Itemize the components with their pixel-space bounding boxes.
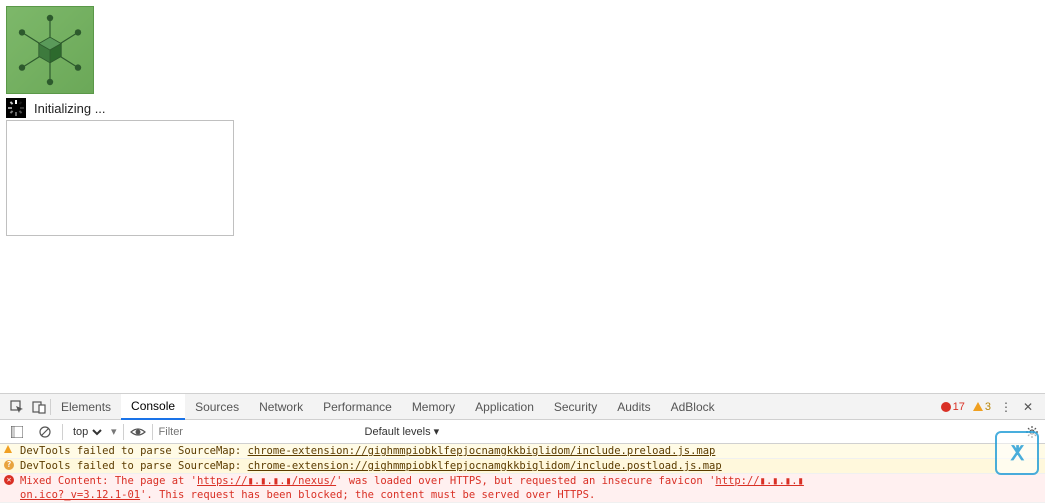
error-circle-icon: ✕ [4, 474, 18, 502]
page-content: Initializing ... [0, 0, 1045, 242]
sourcemap-link[interactable]: chrome-extension://gighmmpiobklfepjocnam… [248, 460, 722, 472]
console-settings-icon[interactable] [1025, 425, 1039, 439]
nexus-logo [6, 6, 94, 94]
tab-audits[interactable]: Audits [607, 394, 660, 420]
loading-spinner-icon [6, 98, 26, 118]
warning-count: 3 [985, 401, 991, 413]
content-placeholder-box [6, 120, 234, 236]
tab-console[interactable]: Console [121, 394, 185, 420]
filter-input[interactable] [159, 426, 359, 438]
tab-adblock[interactable]: AdBlock [661, 394, 725, 420]
devtools-tabbar: Elements Console Sources Network Perform… [0, 394, 1045, 420]
separator [152, 424, 153, 440]
tab-security[interactable]: Security [544, 394, 607, 420]
tab-elements[interactable]: Elements [51, 394, 121, 420]
init-text: Initializing ... [34, 101, 106, 116]
tab-network[interactable]: Network [249, 394, 313, 420]
sourcemap-link[interactable]: chrome-extension://gighmmpiobklfepjocnam… [248, 445, 716, 457]
tab-performance[interactable]: Performance [313, 394, 402, 420]
warning-triangle-icon [4, 444, 18, 458]
tab-application[interactable]: Application [465, 394, 544, 420]
live-expression-icon[interactable] [130, 424, 146, 440]
more-options-icon[interactable]: ⋮ [995, 396, 1017, 418]
console-filterbar: top ▾ Default levels ▾ [0, 420, 1045, 444]
toggle-sidebar-icon[interactable] [6, 421, 28, 443]
inspect-element-icon[interactable] [6, 396, 28, 418]
log-row-warning[interactable]: ? DevTools failed to parse SourceMap: ch… [0, 459, 1045, 474]
device-toolbar-icon[interactable] [28, 396, 50, 418]
console-log: DevTools failed to parse SourceMap: chro… [0, 444, 1045, 503]
init-row: Initializing ... [6, 98, 1039, 118]
log-message: DevTools failed to parse SourceMap: chro… [20, 444, 1041, 458]
favicon-url-tail[interactable]: on.ico?_v=3.12.1-01 [20, 489, 140, 501]
warning-count-badge[interactable]: 3 [969, 401, 995, 413]
devtools-panel: Elements Console Sources Network Perform… [0, 393, 1045, 503]
page-url-link[interactable]: https://▮.▮.▮.▮/nexus/ [197, 475, 336, 487]
log-levels-dropdown[interactable]: Default levels ▾ [365, 425, 440, 438]
warning-circle-icon: ? [4, 459, 18, 473]
cube-network-icon [10, 10, 90, 90]
tab-memory[interactable]: Memory [402, 394, 465, 420]
error-count: 17 [953, 401, 965, 413]
tab-sources[interactable]: Sources [185, 394, 249, 420]
separator [123, 424, 124, 440]
clear-console-icon[interactable] [34, 421, 56, 443]
log-message: Mixed Content: The page at 'https://▮.▮.… [20, 474, 1041, 502]
log-message: DevTools failed to parse SourceMap: chro… [20, 459, 1041, 473]
separator [62, 424, 63, 440]
log-row-warning[interactable]: DevTools failed to parse SourceMap: chro… [0, 444, 1045, 459]
favicon-url-link[interactable]: http://▮.▮.▮.▮ [715, 475, 804, 487]
close-devtools-icon[interactable]: ✕ [1017, 396, 1039, 418]
log-row-error[interactable]: ✕ Mixed Content: The page at 'https://▮.… [0, 474, 1045, 503]
context-selector[interactable]: top [69, 425, 105, 439]
error-count-badge[interactable]: 17 [937, 401, 969, 413]
